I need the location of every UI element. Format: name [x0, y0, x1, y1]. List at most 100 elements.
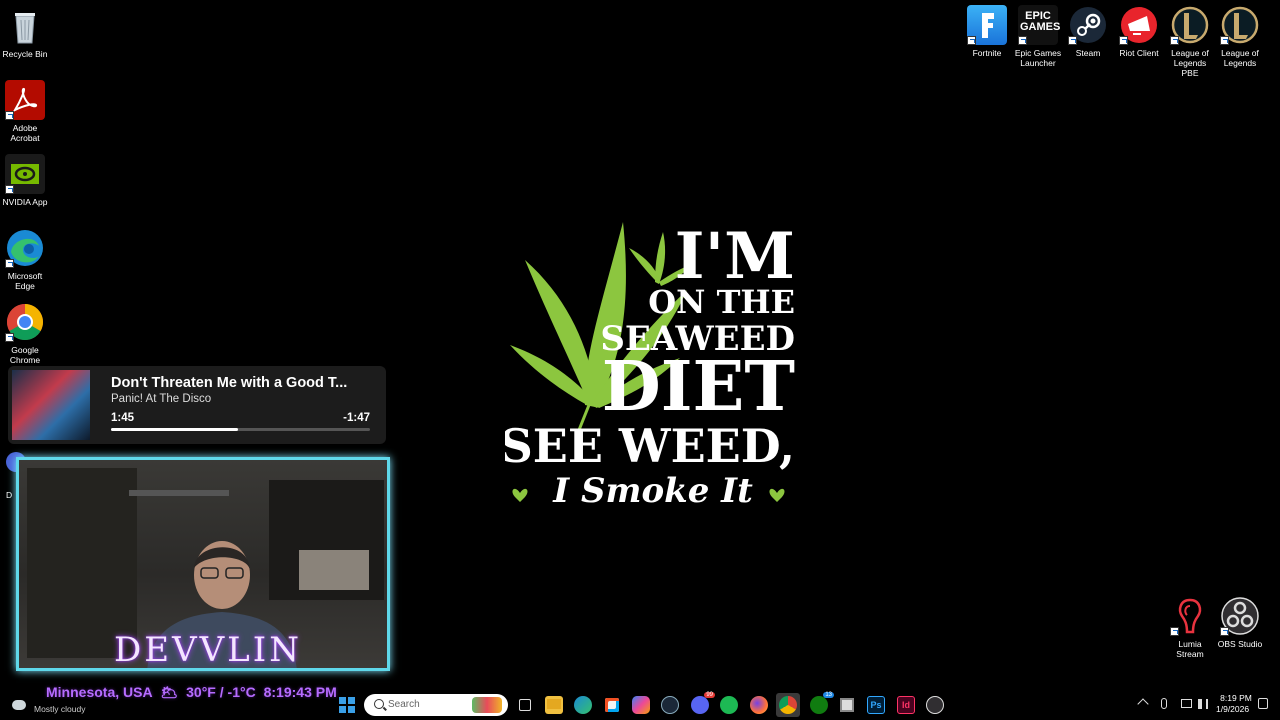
taskbar-xbox[interactable]: 13	[810, 692, 834, 714]
xbox-icon	[810, 696, 828, 714]
taskbar-app[interactable]	[838, 696, 856, 714]
desktop-icon-nvidia-app[interactable]: NVIDIA App	[0, 154, 50, 207]
weather-widget[interactable]: Mostly cloudy	[10, 696, 90, 718]
desktop-icon-label: League of Legends PBE	[1171, 48, 1209, 78]
lumia-stream-icon	[1170, 596, 1210, 636]
desktop-icon-epic-games[interactable]: EPIC GAMES Epic Games Launcher	[1013, 5, 1063, 68]
start-button[interactable]	[338, 696, 356, 714]
file-explorer-icon	[547, 699, 561, 709]
desktop-icon-label: NVIDIA App	[2, 197, 48, 207]
steam-icon	[1068, 5, 1108, 45]
edge-icon	[574, 696, 592, 714]
spotify-icon	[720, 696, 738, 714]
wallpaper-text-2: ON THE	[648, 283, 795, 321]
desktop-icon-lumia-stream[interactable]: Lumia Stream	[1165, 596, 1215, 659]
search-icon	[374, 699, 384, 709]
desktop-icon-label: Adobe Acrobat	[10, 123, 40, 143]
recycle-bin-icon	[5, 6, 45, 46]
desktop-icon-label: Microsoft Edge	[7, 271, 43, 291]
firefox-icon	[750, 696, 768, 714]
steam-icon	[661, 696, 679, 714]
edge-icon	[5, 228, 45, 268]
desktop-icon-riot-client[interactable]: Riot Client	[1114, 5, 1164, 58]
store-icon	[605, 698, 619, 712]
taskbar-store[interactable]	[603, 696, 621, 714]
desktop-icon-league-pbe[interactable]: League of Legends PBE	[1165, 5, 1215, 78]
notification-badge: 99	[704, 692, 715, 698]
epic-games-icon: EPIC GAMES	[1018, 5, 1060, 45]
taskbar-steam[interactable]	[661, 696, 679, 714]
tray-date[interactable]: 1/9/2026	[1216, 704, 1249, 714]
webcam-overlay: DEVVLIN	[16, 457, 390, 671]
adobe-acrobat-icon	[5, 80, 45, 120]
microphone-icon[interactable]	[1161, 698, 1167, 709]
notification-badge: 13	[823, 692, 834, 698]
desktop-icon-microsoft-edge[interactable]: Microsoft Edge	[0, 228, 50, 291]
taskbar: Mostly cloudy Search 99 13 Ps Id 8:19 PM…	[0, 690, 1280, 720]
desktop-icon-google-chrome[interactable]: Google Chrome	[0, 302, 50, 365]
song-title: Don't Threaten Me with a Good T...	[111, 375, 348, 391]
taskbar-firefox[interactable]	[750, 696, 768, 714]
now-playing-widget: Don't Threaten Me with a Good T... Panic…	[8, 366, 386, 444]
wallpaper-text-4: DIET	[602, 347, 795, 427]
discord-icon	[691, 696, 709, 714]
chrome-icon	[5, 302, 45, 342]
heart-icon	[769, 488, 785, 502]
league-pbe-icon	[1170, 5, 1210, 45]
desktop-icon-adobe-acrobat[interactable]: Adobe Acrobat	[0, 80, 50, 143]
taskbar-photoshop[interactable]: Ps	[867, 696, 885, 714]
obs-icon	[1220, 596, 1260, 636]
search-placeholder: Search	[388, 699, 420, 710]
search-highlight-icon	[472, 697, 502, 713]
windows-icon	[339, 697, 355, 713]
desktop-icon-fortnite[interactable]: Fortnite	[962, 5, 1012, 58]
taskbar-indesign[interactable]: Id	[897, 696, 915, 714]
chrome-icon	[779, 696, 797, 714]
app-icon	[840, 698, 854, 712]
taskbar-copilot[interactable]	[632, 696, 650, 714]
taskbar-file-explorer[interactable]	[545, 696, 563, 714]
taskbar-discord[interactable]: 99	[691, 692, 715, 714]
desktop-icon-obs-studio[interactable]: OBS Studio	[1215, 596, 1265, 649]
wallpaper-text-6: I Smoke It	[552, 471, 753, 511]
taskbar-spotify[interactable]	[720, 696, 738, 714]
time-elapsed: 1:45	[111, 412, 135, 424]
time-remaining: -1:47	[343, 412, 370, 424]
track-progress-fill	[111, 428, 238, 431]
league-icon	[1220, 5, 1260, 45]
channel-name: DEVVLIN	[114, 630, 302, 670]
track-progress-bar	[111, 428, 370, 431]
volume-icon[interactable]	[1198, 699, 1208, 709]
notification-icon[interactable]	[1258, 698, 1268, 709]
desktop-icon-label: Google Chrome	[9, 345, 41, 365]
desktop-icon-steam[interactable]: Steam	[1063, 5, 1113, 58]
desktop-icon-label: Riot Client	[1119, 48, 1159, 58]
photoshop-icon: Ps	[870, 700, 882, 710]
background-shelf	[299, 550, 369, 590]
tray-clock[interactable]: 8:19 PM	[1218, 693, 1254, 704]
network-icon[interactable]	[1181, 699, 1192, 708]
task-view-icon	[519, 699, 531, 711]
tray-overflow-icon[interactable]	[1137, 698, 1149, 710]
desktop-icon-label: Recycle Bin	[2, 49, 48, 59]
taskbar-obs[interactable]	[926, 696, 944, 714]
wallpaper-graphic: I'M ON THE SEAWEED DIET I SEE WEED, I Sm…	[505, 219, 795, 511]
copilot-icon	[632, 696, 650, 714]
album-art	[12, 370, 90, 440]
nvidia-icon	[5, 154, 45, 194]
task-view-button[interactable]	[516, 696, 534, 714]
taskbar-chrome[interactable]	[776, 693, 800, 717]
desktop-icon-label: Fortnite	[972, 48, 1002, 58]
desktop-icon-recycle-bin[interactable]: Recycle Bin	[0, 6, 50, 59]
desktop-icon-label: Steam	[1075, 48, 1101, 58]
song-artist: Panic! At The Disco	[111, 393, 212, 405]
taskbar-edge[interactable]	[574, 696, 592, 714]
search-input[interactable]: Search	[364, 694, 508, 716]
desktop-icon-label: Epic Games Launcher	[1014, 48, 1062, 68]
indesign-icon: Id	[902, 700, 910, 710]
desktop-icon-league[interactable]: League of Legends	[1215, 5, 1265, 68]
desktop-icon-label: Lumia Stream	[1176, 639, 1204, 659]
background-shelf	[129, 490, 229, 496]
weather-icon	[12, 700, 26, 710]
obs-icon	[926, 696, 944, 714]
